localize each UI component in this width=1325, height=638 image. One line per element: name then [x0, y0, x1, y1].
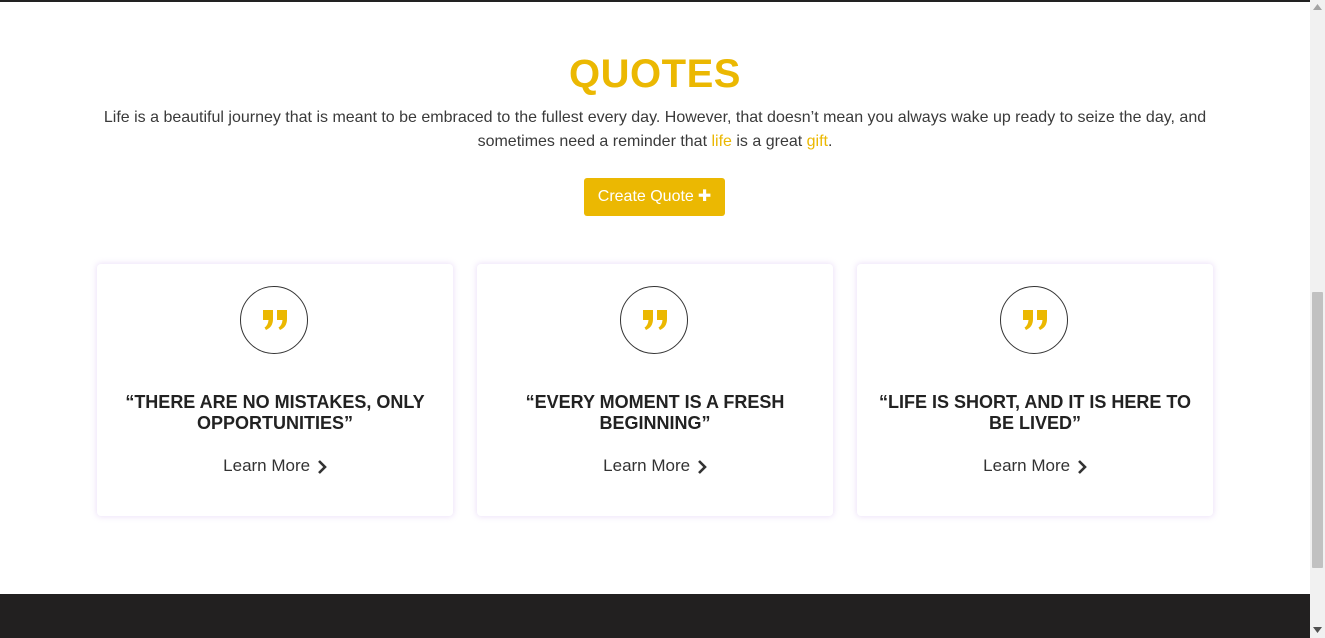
page: QUOTES Life is a beautiful journey that …	[0, 0, 1310, 638]
top-divider	[0, 0, 1310, 2]
create-quote-button[interactable]: Create Quote ✚	[584, 178, 725, 216]
quote-card: “LIFE IS SHORT, AND IT IS HERE TO BE LIV…	[857, 264, 1213, 516]
quote-text: “EVERY MOMENT IS A FRESH BEGINNING”	[525, 392, 785, 433]
create-quote-label: Create Quote	[597, 188, 694, 205]
quote-mark-icon	[263, 310, 287, 330]
section-title: QUOTES	[569, 52, 741, 96]
quote-mark-icon	[1023, 310, 1047, 330]
learn-more-label: Learn More	[223, 456, 311, 475]
footer	[0, 594, 1310, 638]
quote-card: “THERE ARE NO MISTAKES, ONLY OPPORTUNITI…	[97, 264, 453, 516]
scroll-up-arrow-icon[interactable]	[1310, 0, 1325, 15]
learn-more-label: Learn More	[983, 456, 1071, 475]
scrollbar-thumb[interactable]	[1312, 292, 1323, 568]
intro-highlight-life: life	[711, 133, 732, 150]
learn-more-link[interactable]: Learn More	[477, 454, 833, 478]
chevron-right-icon	[1077, 459, 1087, 474]
intro-paragraph: Life is a beautiful journey that is mean…	[90, 106, 1220, 154]
chevron-right-icon	[317, 459, 327, 474]
intro-text-3: .	[827, 133, 833, 150]
intro-highlight-gift: gift	[806, 133, 828, 150]
learn-more-label: Learn More	[603, 456, 691, 475]
quote-card: “EVERY MOMENT IS A FRESH BEGINNING” Lear…	[477, 264, 833, 516]
vertical-scrollbar[interactable]	[1310, 0, 1325, 638]
learn-more-link[interactable]: Learn More	[97, 454, 453, 478]
learn-more-link[interactable]: Learn More	[857, 454, 1213, 478]
intro-text-2: is a great	[731, 133, 807, 150]
intro-text-1: Life is a beautiful journey that is mean…	[103, 109, 1207, 150]
quote-text: “THERE ARE NO MISTAKES, ONLY OPPORTUNITI…	[125, 392, 425, 433]
quote-mark-icon	[643, 310, 667, 330]
scroll-down-arrow-icon[interactable]	[1310, 623, 1325, 638]
quote-icon-circle	[620, 286, 688, 354]
viewport: QUOTES Life is a beautiful journey that …	[0, 0, 1325, 638]
quote-icon-circle	[240, 286, 308, 354]
quote-text: “LIFE IS SHORT, AND IT IS HERE TO BE LIV…	[878, 392, 1192, 433]
quote-icon-circle	[1000, 286, 1068, 354]
chevron-right-icon	[697, 459, 707, 474]
plus-icon: ✚	[697, 188, 712, 205]
